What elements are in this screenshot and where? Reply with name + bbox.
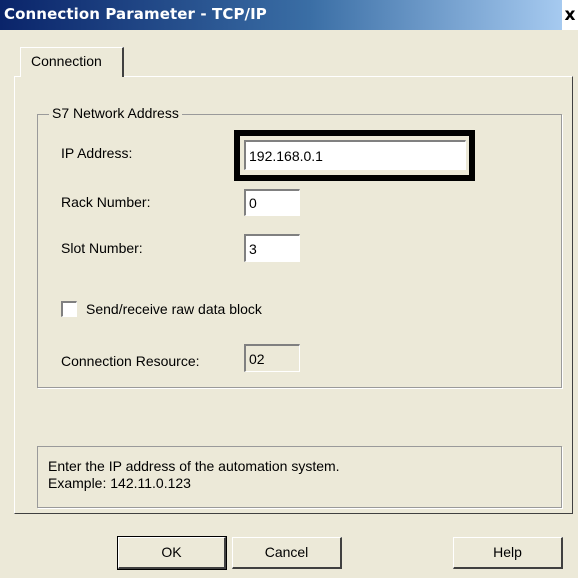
help-button[interactable]: Help bbox=[453, 537, 563, 569]
close-button[interactable]: x bbox=[562, 0, 578, 30]
window-title: Connection Parameter - TCP/IP bbox=[4, 5, 267, 23]
slot-number-label: Slot Number: bbox=[61, 240, 143, 256]
raw-data-block-checkbox[interactable] bbox=[61, 301, 77, 317]
ip-address-label: IP Address: bbox=[61, 145, 133, 161]
connection-resource-label: Connection Resource: bbox=[61, 353, 200, 369]
rack-number-label: Rack Number: bbox=[61, 194, 151, 210]
info-line-1: Enter the IP address of the automation s… bbox=[48, 458, 340, 474]
slot-number-input[interactable]: 3 bbox=[244, 234, 300, 262]
info-line-2: Example: 142.11.0.123 bbox=[48, 475, 191, 491]
cancel-button[interactable]: Cancel bbox=[232, 537, 342, 569]
connection-parameter-dialog: Connection Parameter - TCP/IP x Connecti… bbox=[0, 0, 578, 578]
ok-button[interactable]: OK bbox=[117, 536, 227, 570]
s7-network-address-title: S7 Network Address bbox=[49, 105, 182, 121]
rack-number-input[interactable]: 0 bbox=[244, 189, 300, 216]
ip-address-input[interactable]: 192.168.0.1 bbox=[244, 140, 466, 170]
tab-connection[interactable]: Connection bbox=[20, 47, 124, 77]
connection-resource-field: 02 bbox=[244, 344, 300, 372]
info-text: Enter the IP address of the automation s… bbox=[48, 458, 340, 492]
raw-data-block-label[interactable]: Send/receive raw data block bbox=[86, 301, 262, 317]
close-icon: x bbox=[564, 5, 576, 25]
title-bar[interactable]: Connection Parameter - TCP/IP x bbox=[0, 0, 578, 30]
tab-connection-label: Connection bbox=[31, 53, 102, 69]
